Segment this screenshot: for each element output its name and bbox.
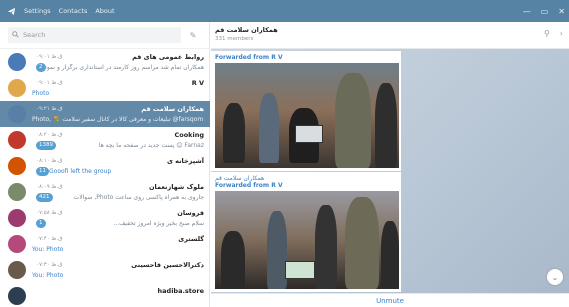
chat-name: hadiba.store — [157, 287, 204, 295]
chevron-right-icon[interactable]: › — [560, 29, 563, 38]
search-icon — [12, 30, 19, 40]
avatar — [8, 53, 26, 71]
header-icons: ⚲ › — [544, 29, 563, 38]
chat-last-message: Photo, 💐 تبلیغات و معرفی کالا در کانال س… — [32, 115, 204, 123]
chat-last-message: Photo — [32, 89, 50, 97]
forwarded-from[interactable]: Forwarded from R V — [215, 54, 397, 61]
chat-list: ۰۹:۰۱ ق.ظ روابط عمومی های قم 2 همکاران ت… — [0, 49, 210, 307]
chat-body: ۰۷:۴۰ ق.ظ گلستری You: Photo — [32, 234, 204, 254]
search-input[interactable]: Search — [8, 27, 181, 43]
chat-name: قروسان — [177, 209, 204, 217]
chat-name: آشپزخانه ی — [166, 157, 204, 165]
chat-time: ۰۷:۵۸ ق.ظ — [36, 210, 63, 216]
avatar — [8, 105, 26, 123]
compose-pencil-icon[interactable]: ✎ — [185, 31, 201, 40]
unread-badge: 1 — [36, 218, 46, 228]
chat-last-message: Gooofi left the group — [49, 167, 112, 175]
chat-body: ۰۸:۲۰ ق.ظ Cooking 1389 Farnaz 😊 پست جدید… — [32, 130, 204, 150]
telegram-logo-icon — [0, 0, 22, 22]
chat-body: ۰۹:۲۱ ق.ظ همکاران سلامت قم Photo, 💐 تبلی… — [32, 104, 204, 124]
chat-name: دکترالاحسین قاحسینی — [131, 261, 204, 269]
chat-time: ۰۷:۳۰ ق.ظ — [36, 262, 63, 268]
chat-list-item[interactable]: ۰۸:۲۰ ق.ظ Cooking 1389 Farnaz 😊 پست جدید… — [0, 127, 210, 153]
chat-body: ۰۹:۰۱ ق.ظ روابط عمومی های قم 2 همکاران ت… — [32, 52, 204, 72]
chat-body: ۰۸:۱۰ ق.ظ آشپزخانه ی 11 Gooofi left the … — [32, 156, 204, 176]
chat-list-item[interactable]: ۰۸:۰۹ ق.ظ ملوک شهازنعمان 421 جاروی به هم… — [0, 179, 210, 205]
chat-list-item[interactable]: ۰۷:۳۰ ق.ظ دکترالاحسین قاحسینی You: Photo — [0, 257, 210, 283]
unmute-button[interactable]: Unmute — [211, 293, 569, 307]
avatar — [8, 79, 26, 97]
conversation-panel: همکاران سلامت قم 331 members ⚲ › Forward… — [211, 22, 569, 307]
search-icon[interactable]: ⚲ — [544, 29, 550, 38]
chat-last-message: جاروی به همراه پاکسی روی ساعت Photo, سوا… — [73, 193, 204, 201]
chat-last-message: You: Photo — [32, 271, 64, 279]
chat-time: ۰۷:۴۰ ق.ظ — [36, 236, 63, 242]
avatar — [8, 209, 26, 227]
chat-list-item[interactable]: ۰۷:۵۸ ق.ظ قروسان 1 سلام صبح بخیر ویژه ام… — [0, 205, 210, 231]
conversation-header[interactable]: همکاران سلامت قم 331 members ⚲ › — [211, 22, 569, 49]
chat-name: R V — [191, 79, 204, 87]
photo-attachment[interactable] — [215, 191, 399, 289]
title-bar: Settings Contacts About — ▭ ✕ — [0, 0, 569, 22]
menu-settings[interactable]: Settings — [24, 7, 51, 15]
chat-body: ۰۹:۰۱ ق.ظ R V Photo — [32, 78, 204, 98]
chat-time: ۰۹:۰۱ ق.ظ — [36, 80, 63, 86]
chat-list-item[interactable]: ۰۸:۱۰ ق.ظ آشپزخانه ی 11 Gooofi left the … — [0, 153, 210, 179]
conversation-title: همکاران سلامت قم — [215, 26, 278, 34]
chat-time: ۰۹:۲۱ ق.ظ — [36, 106, 63, 112]
unread-badge: 2 — [36, 62, 46, 72]
chat-list-item[interactable]: ۰۷:۴۰ ق.ظ گلستری You: Photo — [0, 231, 210, 257]
conversation-subtitle: 331 members — [215, 36, 254, 42]
chat-name: همکاران سلامت قم — [141, 105, 204, 113]
close-button[interactable]: ✕ — [558, 7, 565, 16]
avatar — [8, 157, 26, 175]
unread-badge: 421 — [36, 192, 53, 202]
search-placeholder: Search — [23, 31, 46, 39]
chat-name: روابط عمومی های قم — [132, 53, 204, 61]
unread-badge: 11 — [36, 166, 49, 176]
photo-attachment[interactable] — [215, 63, 399, 168]
chat-last-message: Farnaz 😊 پست جدید در صفحه ما بچه ها — [98, 141, 204, 149]
chat-time: ۰۹:۰۱ ق.ظ — [36, 54, 63, 60]
main-menu: Settings Contacts About — [24, 7, 115, 15]
message-post[interactable]: همکاران سلامت قم Forwarded from R V — [211, 172, 401, 292]
post-title: همکاران سلامت قم — [215, 175, 265, 182]
maximize-button[interactable]: ▭ — [541, 7, 549, 16]
unread-badge: 1389 — [36, 140, 56, 150]
menu-contacts[interactable]: Contacts — [59, 7, 88, 15]
avatar — [8, 131, 26, 149]
avatar — [8, 287, 26, 305]
chat-list-item[interactable]: ۰۹:۰۱ ق.ظ R V Photo — [0, 75, 210, 101]
chat-sidebar: Search ✎ ۰۹:۰۱ ق.ظ روابط عمومی های قم 2 … — [0, 22, 210, 307]
chat-body: ۰۷:۵۸ ق.ظ قروسان 1 سلام صبح بخیر ویژه ام… — [32, 208, 204, 228]
chat-time: ۰۸:۱۰ ق.ظ — [36, 158, 63, 164]
chat-list-item[interactable]: hadiba.store — [0, 283, 210, 307]
avatar — [8, 183, 26, 201]
chat-last-message: سلام صبح بخیر ویژه امروز تخفیف... — [113, 219, 204, 227]
avatar — [8, 261, 26, 279]
chat-name: ملوک شهازنعمان — [149, 183, 204, 191]
menu-about[interactable]: About — [95, 7, 114, 15]
message-post[interactable]: Forwarded from R V — [211, 51, 401, 171]
chat-name: Cooking — [174, 131, 204, 139]
scroll-down-button[interactable]: ⌄ — [547, 269, 563, 285]
chat-body: ۰۷:۳۰ ق.ظ دکترالاحسین قاحسینی You: Photo — [32, 260, 204, 280]
chat-last-message: همکاران تمام شد مراسم روز کارمند در استا… — [45, 63, 205, 71]
avatar — [8, 235, 26, 253]
search-bar: Search ✎ — [0, 22, 209, 49]
chat-list-item[interactable]: ۰۹:۰۱ ق.ظ روابط عمومی های قم 2 همکاران ت… — [0, 49, 210, 75]
forwarded-from[interactable]: Forwarded from R V — [215, 182, 397, 189]
chat-time: ۰۸:۲۰ ق.ظ — [36, 132, 63, 138]
minimize-button[interactable]: — — [523, 7, 531, 16]
chat-time: ۰۸:۰۹ ق.ظ — [36, 184, 63, 190]
chat-list-item[interactable]: ۰۹:۲۱ ق.ظ همکاران سلامت قم Photo, 💐 تبلی… — [0, 101, 210, 127]
chat-last-message: You: Photo — [32, 245, 64, 253]
window-controls: — ▭ ✕ — [523, 0, 565, 22]
chat-body: ۰۸:۰۹ ق.ظ ملوک شهازنعمان 421 جاروی به هم… — [32, 182, 204, 202]
chat-name: گلستری — [178, 235, 204, 243]
chat-body: hadiba.store — [32, 286, 204, 306]
